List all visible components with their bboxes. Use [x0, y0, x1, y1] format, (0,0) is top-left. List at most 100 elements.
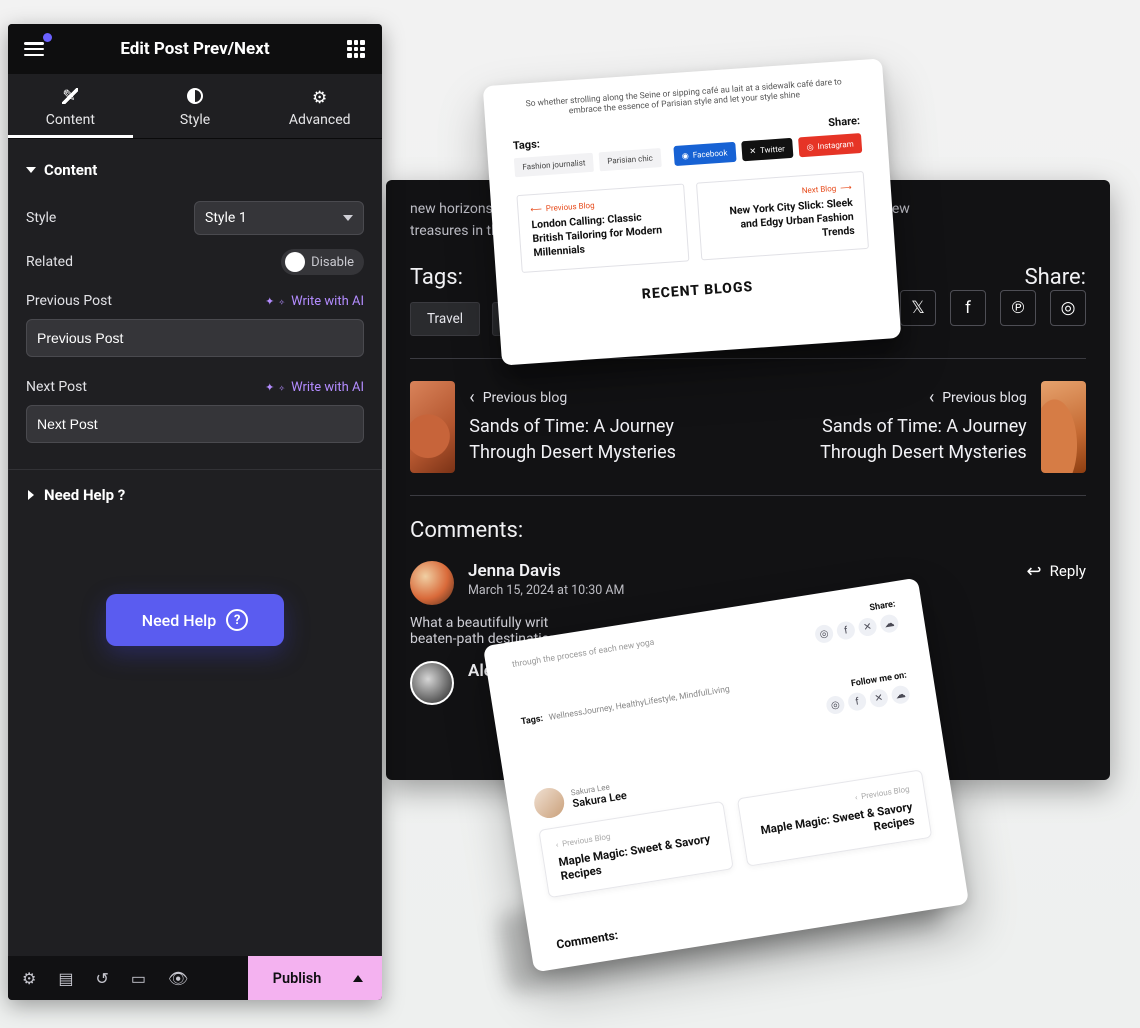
next-blog-title: Sands of Time: A Journey Through Desert …: [758, 414, 1027, 466]
question-icon: ?: [226, 609, 248, 631]
chevron-left-icon: ⟵: [530, 204, 542, 214]
comments-heading: Comments:: [410, 518, 1086, 543]
style-label: Style: [26, 210, 56, 226]
caret-down-icon: [26, 167, 36, 173]
next-blog-card[interactable]: Next Blog⟶ New York City Slick: Sleek an…: [696, 171, 869, 260]
share-label: Share:: [1025, 265, 1086, 290]
prev-blog-title: London Calling: Classic British Tailorin…: [531, 208, 676, 260]
section-title: Need Help ?: [44, 486, 125, 504]
share-facebook-icon[interactable]: f: [836, 620, 857, 641]
comment-timestamp: March 15, 2024 at 10:30 AM: [468, 583, 624, 598]
share-x-icon[interactable]: 𝕏: [900, 290, 936, 326]
section-need-help-toggle[interactable]: Need Help ?: [26, 486, 364, 504]
chevron-left-icon: [469, 387, 474, 408]
section-content-toggle[interactable]: Content: [26, 155, 364, 191]
previous-post-label: Previous Post: [26, 293, 112, 309]
follow-instagram-icon[interactable]: ◎: [825, 695, 846, 716]
gear-icon: [312, 88, 328, 104]
next-blog-title: New York City Slick: Sleek and Edgy Urba…: [711, 196, 856, 248]
tag-travel[interactable]: Travel: [410, 302, 480, 336]
chevron-right-icon: ⟶: [840, 183, 852, 193]
sparkle-icon: [280, 294, 285, 309]
tag-chip[interactable]: Parisian chic: [599, 148, 662, 171]
previous-blog-title: Sands of Time: A Journey Through Desert …: [469, 414, 738, 466]
chevron-left-icon: ‹: [854, 793, 858, 802]
author-avatar: [532, 786, 566, 820]
share-cloud-icon[interactable]: ☁: [879, 613, 900, 634]
style-select[interactable]: Style 1: [194, 201, 364, 235]
tag-chip[interactable]: Fashion journalist: [514, 152, 594, 176]
menu-icon[interactable]: [20, 35, 48, 63]
preview-eye-icon[interactable]: 👁: [168, 969, 188, 988]
previous-blog-label: Previous blog: [483, 390, 567, 406]
share-instagram-button[interactable]: ◎ Instagram: [798, 133, 862, 157]
tab-advanced[interactable]: Advanced: [257, 74, 382, 138]
related-toggle[interactable]: Disable: [281, 249, 364, 275]
next-post-input[interactable]: [26, 405, 364, 443]
tab-content[interactable]: Content: [8, 74, 133, 138]
next-post-label: Next Post: [26, 379, 87, 395]
sparkle-icon: [265, 294, 274, 309]
chevron-down-icon: [343, 215, 353, 221]
share-instagram-icon[interactable]: ◎: [814, 624, 835, 645]
tab-label: Style: [180, 112, 210, 128]
avatar: [410, 561, 454, 605]
follow-facebook-icon[interactable]: f: [847, 691, 868, 712]
apps-grid-icon[interactable]: [342, 35, 370, 63]
next-blog-card[interactable]: ‹Previous Blog Maple Magic: Sweet & Savo…: [737, 769, 932, 866]
editor-sidebar: Edit Post Prev/Next Content Style Advanc…: [8, 24, 382, 1000]
reply-arrow-icon: [1027, 561, 1042, 582]
settings-gear-icon[interactable]: ⚙: [22, 969, 36, 988]
previous-blog-thumbnail: [410, 381, 455, 473]
tab-style[interactable]: Style: [133, 74, 258, 138]
panel-title: Edit Post Prev/Next: [120, 39, 269, 59]
avatar: [410, 661, 454, 705]
share-x-icon[interactable]: ✕: [857, 617, 878, 638]
card-body-text: through the process of each new yoga: [511, 638, 655, 670]
toggle-knob: [285, 252, 305, 272]
tab-label: Content: [46, 112, 95, 128]
recent-blogs-heading: RECENT BLOGS: [523, 270, 871, 310]
share-facebook-icon[interactable]: f: [950, 290, 986, 326]
chevron-left-icon: ‹: [555, 840, 559, 849]
share-facebook-button[interactable]: ◉ Facebook: [673, 142, 736, 166]
next-blog-thumbnail: [1041, 381, 1086, 473]
author-name: Sakura Lee Sakura Lee: [570, 780, 628, 810]
follow-cloud-icon[interactable]: ☁: [890, 684, 911, 705]
chevron-left-icon: [929, 387, 934, 408]
share-twitter-button[interactable]: ✕ Twitter: [741, 138, 794, 162]
previous-post-input[interactable]: [26, 319, 364, 357]
tags-label: Tags:: [410, 265, 463, 290]
next-blog-link[interactable]: Previous blog Sands of Time: A Journey T…: [758, 381, 1086, 473]
write-with-ai-link[interactable]: Write with AI: [265, 294, 364, 309]
chevron-up-icon: [353, 975, 363, 982]
preview-card-paris: So whether strolling along the Seine or …: [483, 58, 902, 365]
next-blog-label: Previous blog: [942, 390, 1026, 406]
caret-right-icon: [28, 490, 34, 500]
share-pinterest-icon[interactable]: ℗: [1000, 290, 1036, 326]
preview-card-wellness: through the process of each new yoga Sha…: [483, 578, 969, 973]
publish-button[interactable]: Publish: [248, 956, 382, 1000]
follow-x-icon[interactable]: ✕: [869, 688, 890, 709]
comment-author: Jenna Davis: [468, 561, 624, 581]
notification-dot: [43, 33, 52, 42]
write-with-ai-link[interactable]: Write with AI: [265, 380, 364, 395]
pencil-icon: [62, 88, 78, 104]
sparkle-icon: [280, 380, 285, 395]
reply-button[interactable]: Reply: [1027, 561, 1086, 582]
style-select-value: Style 1: [205, 210, 247, 226]
card-body-text: So whether strolling along the Seine or …: [510, 76, 859, 120]
previous-blog-link[interactable]: Previous blog Sands of Time: A Journey T…: [410, 381, 738, 473]
layers-icon[interactable]: ▤: [58, 969, 73, 988]
sparkle-icon: [265, 380, 274, 395]
share-instagram-icon[interactable]: ◎: [1050, 290, 1086, 326]
related-label: Related: [26, 254, 73, 270]
divider: [410, 495, 1086, 496]
history-icon[interactable]: ↺: [95, 969, 108, 988]
tab-label: Advanced: [289, 112, 351, 128]
prev-blog-card[interactable]: ⟵Previous Blog London Calling: Classic B…: [516, 183, 689, 272]
prev-blog-card[interactable]: ‹Previous Blog Maple Magic: Sweet & Savo…: [538, 801, 733, 898]
section-title: Content: [44, 161, 97, 179]
responsive-icon[interactable]: ▭: [131, 969, 146, 988]
need-help-button[interactable]: Need Help ?: [106, 594, 284, 646]
